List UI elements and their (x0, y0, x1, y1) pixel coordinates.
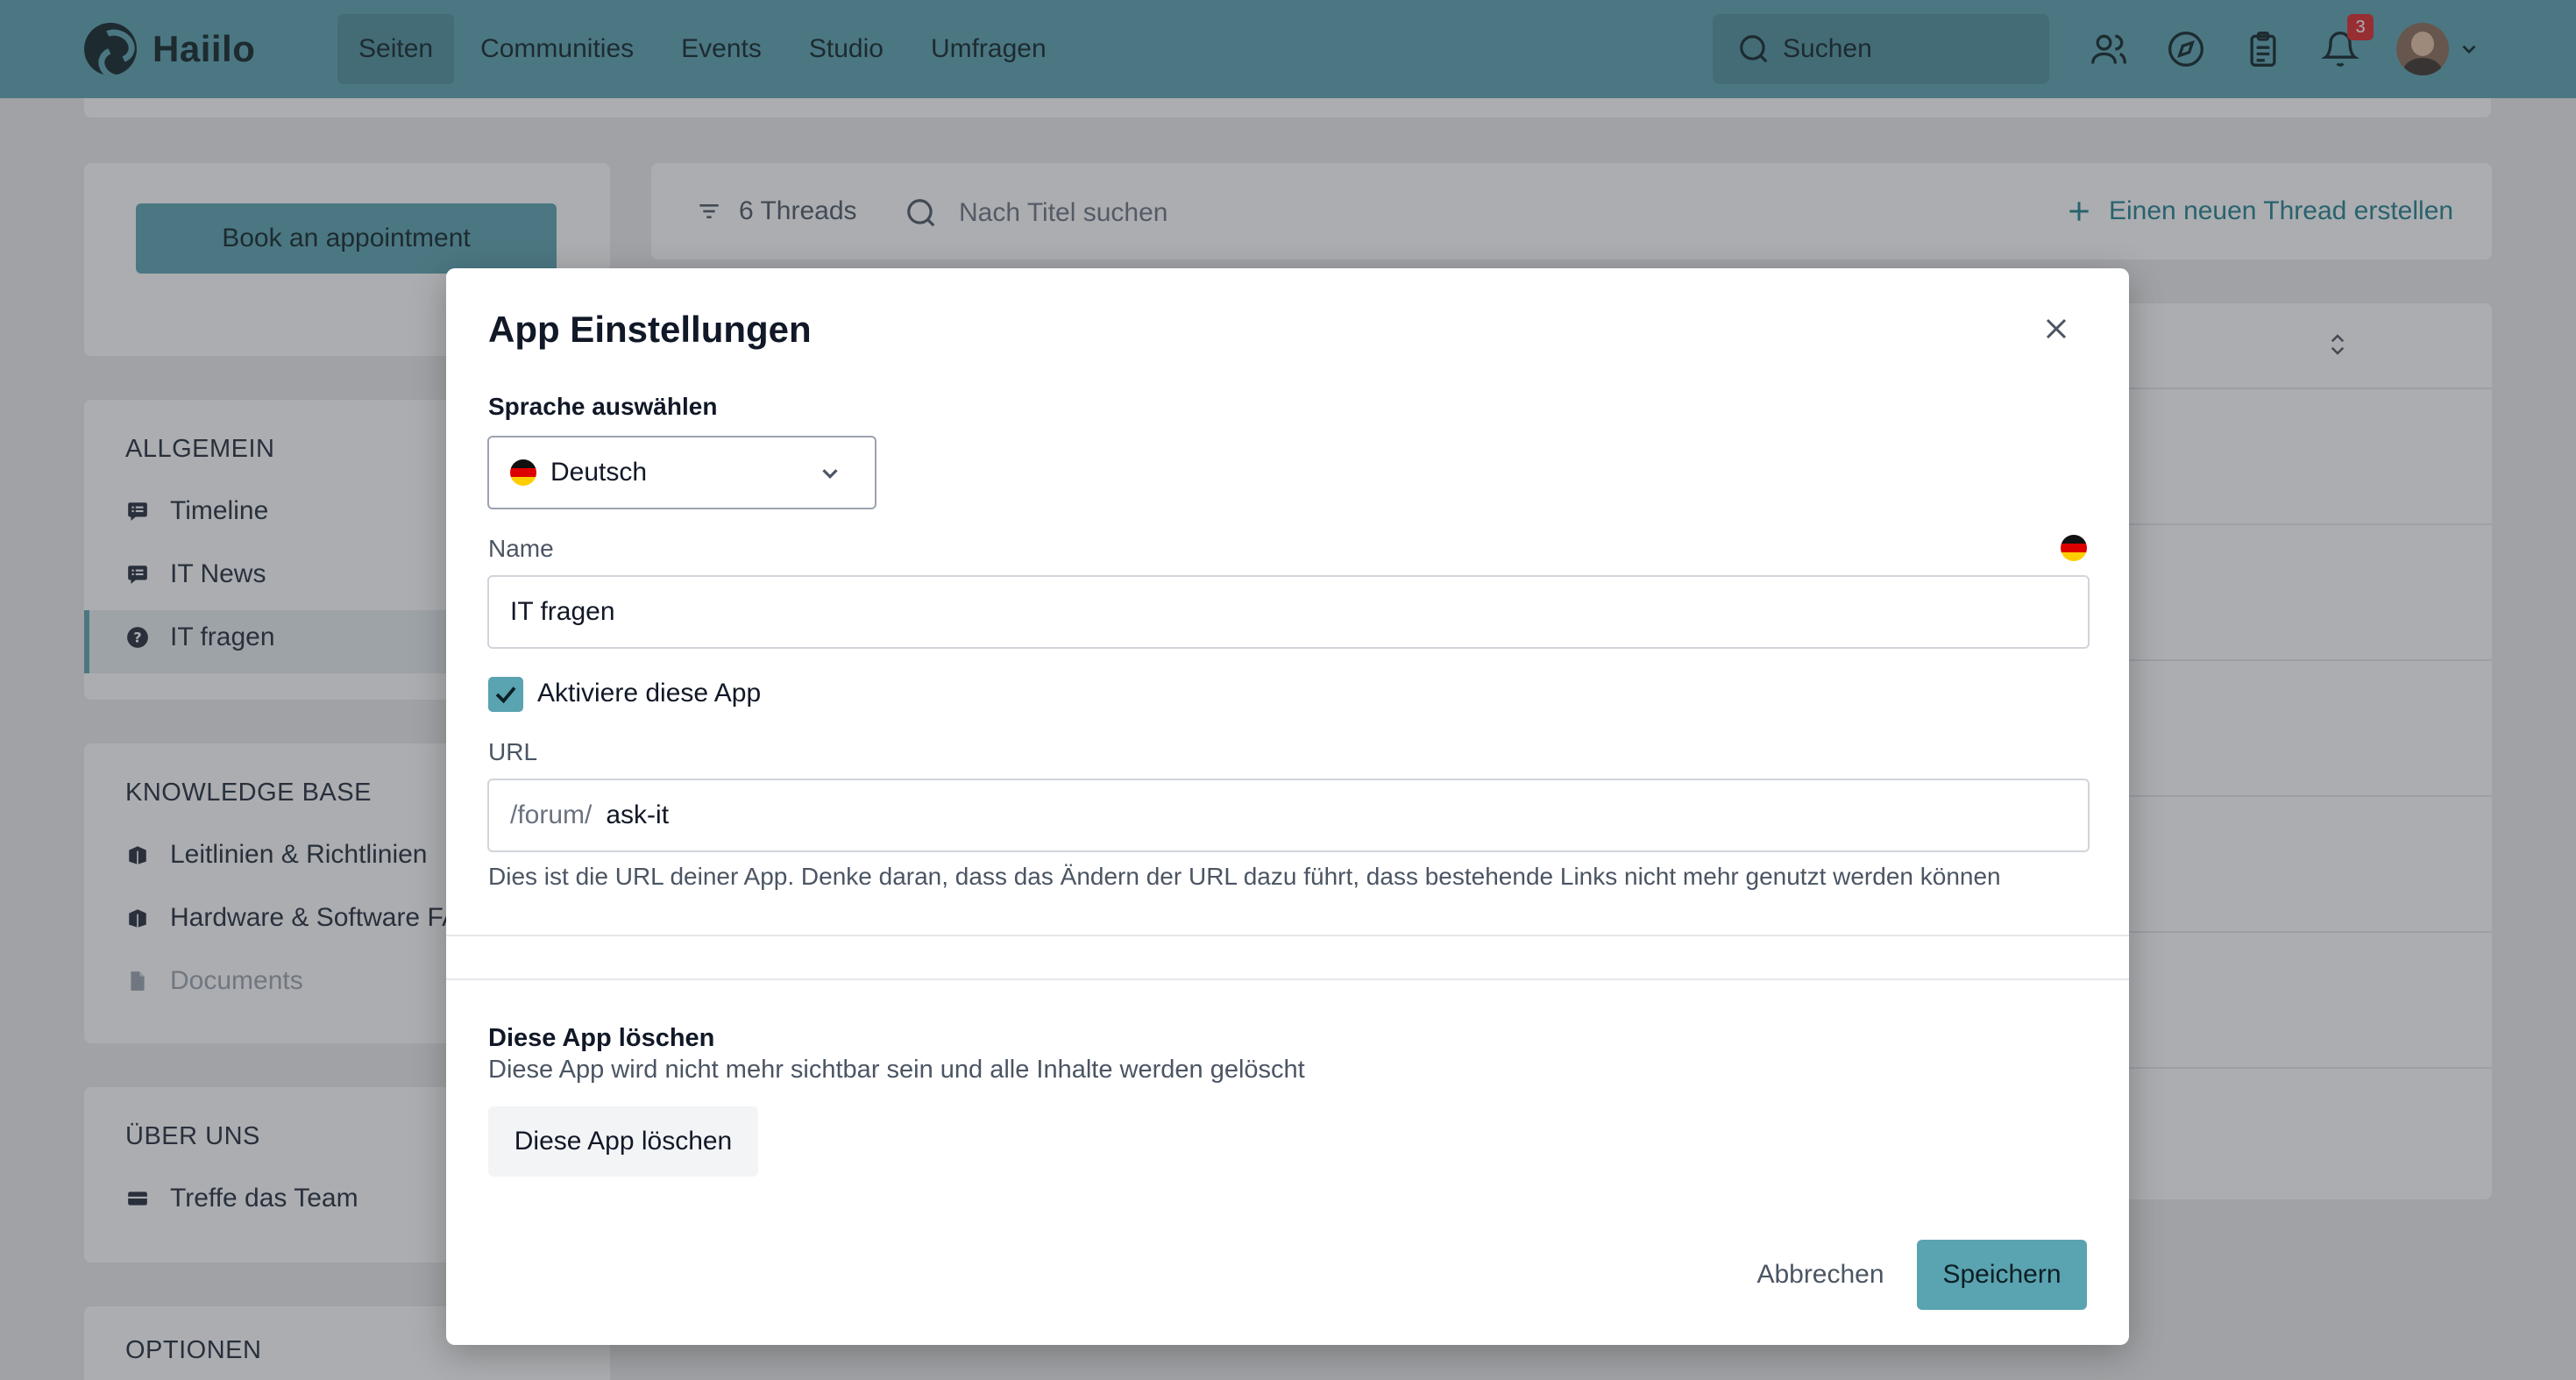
modal-title: App Einstellungen (488, 309, 812, 350)
chevron-down-icon (822, 469, 838, 479)
name-label: Name (488, 535, 554, 562)
language-label: Sprache auswählen (488, 393, 718, 420)
url-label: URL (488, 738, 538, 765)
section-divider (446, 978, 2129, 980)
name-field[interactable]: IT fragen (487, 575, 2090, 649)
language-select[interactable]: Deutsch (487, 436, 876, 509)
cancel-button[interactable]: Abbrechen (1728, 1240, 1913, 1310)
close-icon (2046, 318, 2067, 339)
checkmark-icon (495, 686, 516, 704)
german-flag-icon (2061, 535, 2087, 561)
section-divider (446, 935, 2129, 936)
close-button[interactable] (2036, 309, 2076, 349)
activate-app-checkbox[interactable] (488, 677, 523, 712)
app-settings-modal: App Einstellungen Sprache auswählen Deut… (446, 268, 2129, 1345)
delete-section-description: Diese App wird nicht mehr sichtbar sein … (488, 1056, 1305, 1084)
delete-app-button[interactable]: Diese App löschen (488, 1106, 758, 1177)
url-prefix: /forum/ (510, 800, 593, 829)
delete-section-title: Diese App löschen (488, 1024, 715, 1052)
url-field[interactable]: /forum/ ask-it (487, 779, 2090, 852)
url-hint: Dies ist die URL deiner App. Denke daran… (488, 863, 2001, 890)
language-value: Deutsch (550, 458, 648, 487)
german-flag-icon (510, 459, 536, 486)
activate-app-label: Aktiviere diese App (537, 679, 762, 708)
url-value: ask-it (606, 800, 670, 829)
save-button[interactable]: Speichern (1917, 1240, 2087, 1310)
name-value: IT fragen (510, 597, 615, 626)
